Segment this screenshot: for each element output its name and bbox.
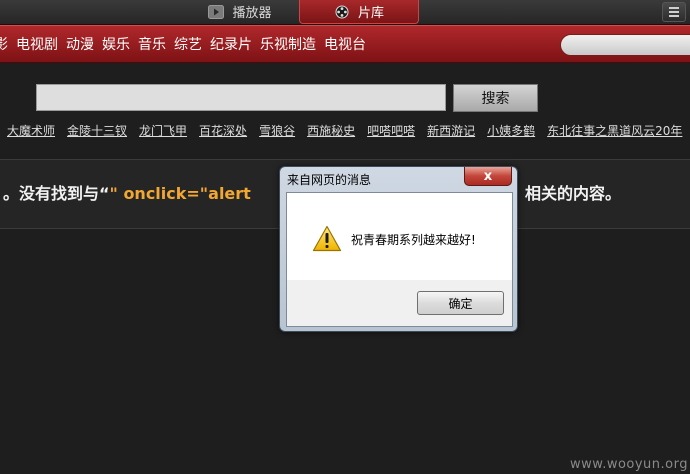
warning-icon — [312, 225, 342, 252]
hot-link[interactable]: 新西游记 — [427, 122, 475, 138]
close-button[interactable]: x — [464, 167, 512, 186]
category-item[interactable]: 乐视制造 — [260, 34, 316, 54]
category-item[interactable]: 电视台 — [324, 34, 366, 54]
category-item[interactable]: 电视剧 — [16, 34, 58, 54]
hot-link[interactable]: 龙门飞甲 — [139, 122, 187, 138]
ok-button[interactable]: 确定 — [417, 291, 504, 315]
hot-search-links: 大魔术师 金陵十三钗 龙门飞甲 百花深处 雪狼谷 西施秘史 吧嗒吧嗒 新西游记 … — [7, 122, 682, 138]
tab-library-label: 片库 — [357, 6, 384, 21]
top-tab-bar: 播放器 片库 — [0, 0, 690, 25]
category-item[interactable]: 综艺 — [174, 34, 202, 54]
hot-link[interactable]: 小姨多鹤 — [487, 122, 535, 138]
search-button[interactable]: 搜索 — [453, 84, 538, 112]
dialog-body: 祝青春期系列越来越好! 确定 — [286, 192, 513, 327]
category-search-input[interactable] — [560, 34, 690, 56]
hot-link[interactable]: 百花深处 — [199, 122, 247, 138]
result-message: 。没有找到与“" onclick="alert — [3, 180, 251, 204]
watermark: www.wooyun.org — [569, 457, 688, 472]
hot-link[interactable]: 吧嗒吧嗒 — [367, 122, 415, 138]
menu-icon[interactable] — [662, 2, 686, 22]
hot-link[interactable]: 东北往事之黑道风云20年 — [547, 122, 682, 138]
result-query: " onclick="alert — [109, 184, 251, 203]
category-item[interactable]: 音乐 — [138, 34, 166, 54]
category-list: 影 电视剧 动漫 娱乐 音乐 综艺 纪录片 乐视制造 电视台 — [0, 26, 366, 62]
dialog-content: 祝青春期系列越来越好! — [287, 193, 512, 280]
tab-library[interactable]: 片库 — [299, 0, 419, 24]
hot-link[interactable]: 大魔术师 — [7, 122, 55, 138]
tab-player[interactable]: 播放器 — [190, 0, 290, 23]
hot-link[interactable]: 金陵十三钗 — [67, 122, 127, 138]
search-input[interactable] — [36, 84, 446, 111]
dialog-title: 来自网页的消息 — [287, 173, 372, 187]
category-item[interactable]: 纪录片 — [210, 34, 252, 54]
alert-dialog: 来自网页的消息 x 祝青春期系列越来越好! 确定 — [279, 166, 518, 332]
dialog-message: 祝青春期系列越来越好! — [351, 233, 476, 247]
category-item[interactable]: 影 — [0, 34, 8, 54]
category-item[interactable]: 娱乐 — [102, 34, 130, 54]
category-item[interactable]: 动漫 — [66, 34, 94, 54]
hot-link[interactable]: 雪狼谷 — [259, 122, 295, 138]
result-suffix: 相关的内容。 — [525, 184, 622, 203]
tab-player-label: 播放器 — [232, 6, 272, 21]
hot-link[interactable]: 西施秘史 — [307, 122, 355, 138]
category-nav: 影 电视剧 动漫 娱乐 音乐 综艺 纪录片 乐视制造 电视台 — [0, 25, 690, 63]
play-icon — [208, 4, 225, 19]
film-reel-icon — [335, 5, 349, 18]
result-prefix: 。没有找到与“ — [3, 184, 110, 203]
